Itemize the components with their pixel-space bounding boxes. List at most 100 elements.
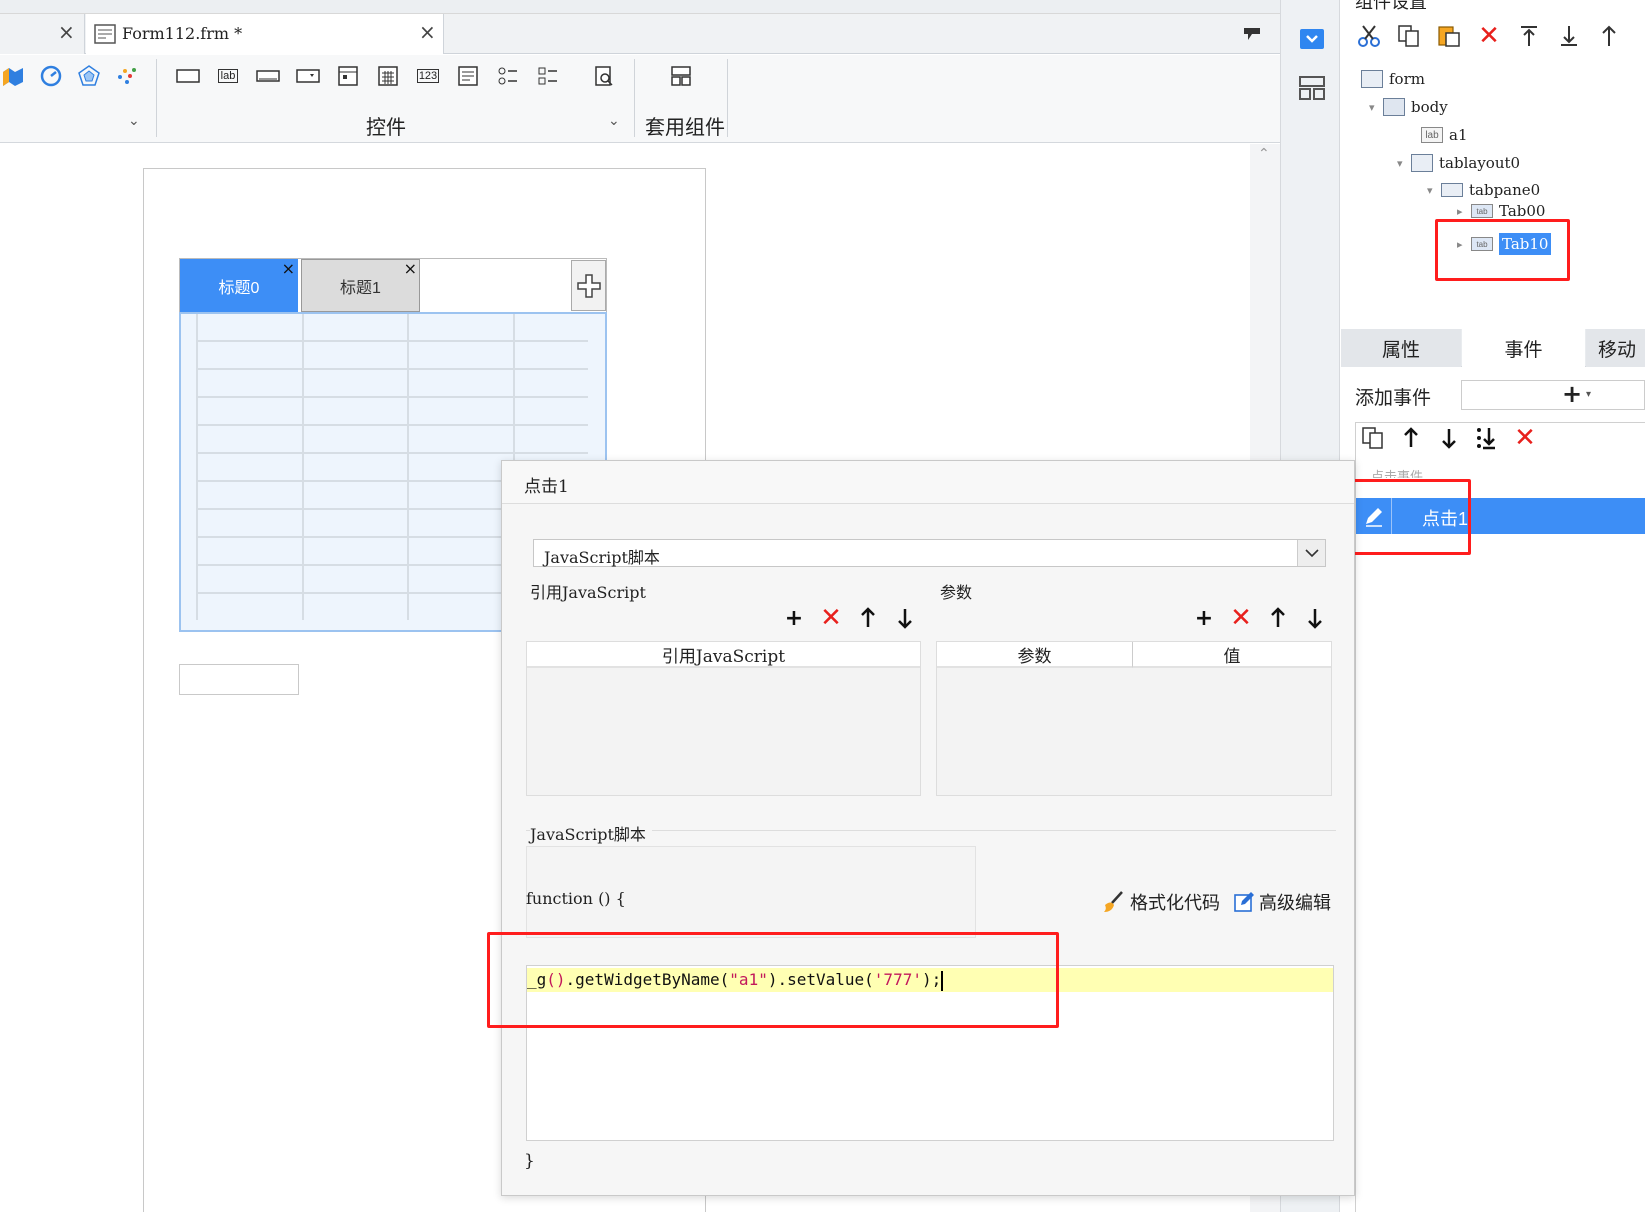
move-down-icon[interactable] [1301, 604, 1329, 632]
add-icon[interactable]: + [1190, 604, 1218, 632]
tree-node-form[interactable]: form [1361, 66, 1425, 92]
tab-properties[interactable]: 属性 [1341, 329, 1461, 367]
delete-icon[interactable]: ✕ [817, 603, 845, 633]
ref-js-column-header[interactable]: 引用JavaScript [527, 642, 920, 668]
tab-title-1[interactable]: 标题1 × [301, 259, 420, 312]
copy-icon[interactable] [1395, 22, 1423, 50]
number-control-icon[interactable]: 123 [415, 65, 441, 87]
move-up-icon[interactable] [1397, 424, 1425, 452]
form-tab-label: Form112.frm * [122, 24, 243, 43]
date-control-icon[interactable] [335, 65, 361, 87]
label-node-icon: lab [1421, 127, 1443, 143]
code-token: _g [527, 970, 547, 989]
add-icon[interactable]: + [1562, 380, 1582, 408]
chevron-up-icon[interactable]: ⌃ [1258, 146, 1270, 162]
tab-title-0[interactable]: 标题0 × [180, 259, 298, 312]
close-icon[interactable]: × [282, 259, 295, 278]
collapsed-triangle-icon[interactable]: ▸ [1457, 238, 1471, 251]
calendar-control-icon[interactable] [375, 65, 401, 87]
chevron-down-icon[interactable]: ⌄ [608, 113, 620, 129]
panel-toggle-icon[interactable] [1242, 24, 1264, 44]
tree-node-tablayout0[interactable]: ▾ tablayout0 [1397, 150, 1520, 176]
ribbon-separator [727, 59, 728, 137]
textbox-control-icon[interactable] [175, 65, 201, 87]
tablayout-node-icon [1411, 154, 1433, 172]
tree-node-label: a1 [1449, 126, 1468, 144]
move-down-icon[interactable] [891, 604, 919, 632]
format-code-button[interactable]: 格式化代码 [1102, 889, 1220, 915]
close-icon[interactable]: × [419, 20, 436, 44]
layout-panel-icon[interactable] [1299, 76, 1325, 100]
gauge-chart-icon[interactable] [38, 65, 64, 87]
move-down-icon[interactable] [1435, 424, 1463, 452]
edit-event-button[interactable] [1356, 498, 1392, 534]
script-type-value: JavaScript脚本 [544, 548, 660, 567]
expanded-triangle-icon[interactable]: ▾ [1369, 101, 1383, 114]
tree-node-tabpane0[interactable]: ▾ tabpane0 [1427, 177, 1540, 203]
param-column-header[interactable]: 参数 [937, 642, 1133, 668]
value-column-header[interactable]: 值 [1133, 642, 1331, 668]
radar-chart-icon[interactable] [76, 65, 102, 87]
controls-group-label: 控件 [366, 117, 406, 139]
event-toolbar: ✕ [1359, 423, 1539, 453]
close-icon[interactable]: × [58, 20, 75, 44]
add-event-selector[interactable]: + ▾ [1461, 380, 1645, 410]
params-section-label: 参数 [940, 579, 979, 603]
chevron-down-icon[interactable]: ⌄ [128, 113, 140, 129]
advanced-edit-button[interactable]: 高级编辑 [1233, 889, 1331, 915]
scatter-chart-icon[interactable] [114, 65, 140, 87]
tree-node-tab00[interactable]: ▸ tab Tab00 [1457, 201, 1545, 221]
move-bottom-icon[interactable] [1555, 22, 1583, 50]
chevron-down-icon[interactable] [1297, 540, 1325, 566]
add-icon[interactable]: + [780, 604, 808, 632]
collapsed-triangle-icon[interactable]: ▸ [1457, 205, 1471, 218]
common-component-icon[interactable] [668, 65, 694, 87]
tree-node-tab10[interactable]: ▸ tab Tab10 [1457, 231, 1552, 257]
tree-node-a1[interactable]: lab a1 [1421, 122, 1468, 148]
close-icon[interactable]: × [404, 259, 417, 278]
tab-mobile[interactable]: 移动 [1586, 329, 1645, 367]
format-code-label: 格式化代码 [1130, 893, 1220, 913]
tree-node-label: body [1411, 98, 1448, 116]
chevron-down-icon[interactable]: ▾ [1586, 389, 1591, 400]
move-bottom-icon[interactable] [1473, 424, 1501, 452]
ribbon-separator [634, 59, 635, 137]
paste-icon[interactable] [1435, 22, 1463, 50]
ref-js-toolbar: + ✕ [780, 603, 919, 633]
radio-group-control-icon[interactable] [495, 65, 521, 87]
form-document-tab[interactable]: Form112.frm * × [86, 14, 444, 54]
move-up-icon[interactable] [854, 604, 882, 632]
checkbox-group-control-icon[interactable] [535, 65, 561, 87]
code-token: () [546, 970, 566, 989]
button-control-icon[interactable] [255, 65, 281, 87]
expanded-triangle-icon[interactable]: ▾ [1427, 184, 1441, 197]
add-tab-button[interactable] [571, 260, 606, 311]
previous-document-tab[interactable]: × [0, 14, 85, 54]
function-close-text: } [524, 1151, 535, 1171]
code-line-1[interactable]: _g().getWidgetByName("a1").setValue('777… [527, 968, 1333, 992]
tree-node-label: Tab00 [1499, 202, 1546, 220]
dropdown-control-icon[interactable] [295, 65, 321, 87]
delete-icon[interactable]: ✕ [1475, 21, 1503, 51]
move-top-icon[interactable] [1515, 22, 1543, 50]
tree-node-body[interactable]: ▾ body [1369, 94, 1448, 120]
param-column-label: 参数 [1017, 646, 1052, 667]
script-type-select[interactable]: JavaScript脚本 [533, 539, 1326, 567]
dialog-title-bar: 点击1 [502, 461, 1354, 504]
expanded-triangle-icon[interactable]: ▾ [1397, 157, 1411, 170]
delete-icon[interactable]: ✕ [1227, 603, 1255, 633]
code-editor[interactable]: _g().getWidgetByName("a1").setValue('777… [526, 965, 1334, 1141]
textarea-control-icon[interactable] [455, 65, 481, 87]
event-item-click1[interactable]: 点击1 [1356, 498, 1645, 534]
component-settings-icon[interactable] [1299, 28, 1325, 50]
move-up-icon[interactable] [1264, 604, 1292, 632]
delete-icon[interactable]: ✕ [1511, 423, 1539, 453]
cut-icon[interactable] [1355, 22, 1383, 50]
copy-icon[interactable] [1359, 424, 1387, 452]
tab-events[interactable]: 事件 [1462, 329, 1585, 367]
preview-control-icon[interactable] [591, 65, 617, 87]
label-widget-a1[interactable] [179, 664, 299, 695]
move-up-icon[interactable] [1595, 22, 1623, 50]
map-chart-icon[interactable] [0, 65, 26, 87]
label-control-icon[interactable]: lab [215, 65, 241, 87]
